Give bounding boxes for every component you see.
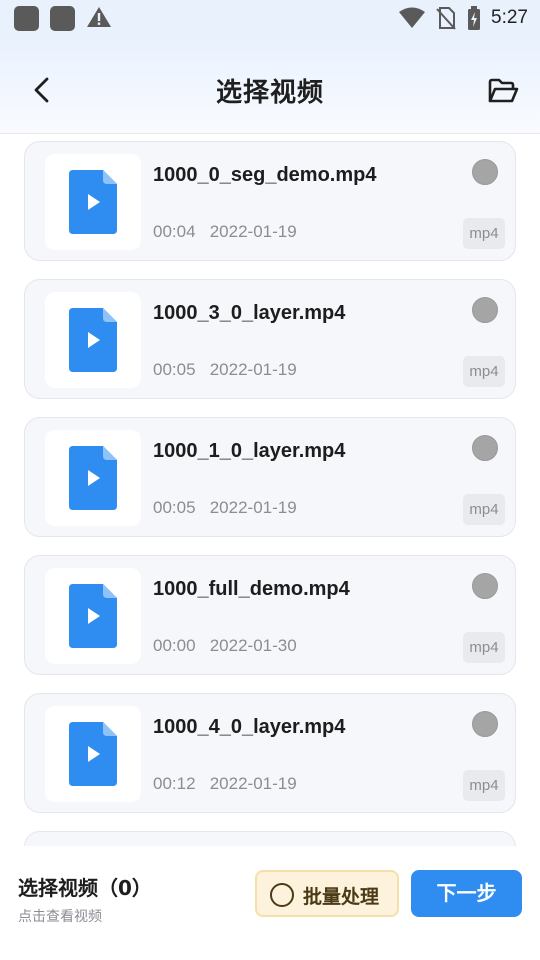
video-card[interactable]: 1000_full_demo.mp4 00:00 2022-01-30 mp4 (24, 555, 516, 675)
batch-process-label: 批量处理 (303, 886, 380, 908)
video-file-icon (69, 170, 117, 234)
video-meta: 00:12 2022-01-19 (153, 774, 297, 794)
video-date: 2022-01-30 (209, 636, 297, 655)
view-video-hint[interactable]: 点击查看视频 (18, 906, 102, 926)
video-duration: 00:05 (153, 360, 196, 379)
video-date: 2022-01-19 (209, 360, 297, 379)
video-name: 1000_3_0_layer.mp4 (153, 302, 346, 324)
select-radio[interactable] (472, 435, 498, 461)
video-card[interactable]: 1000_3_0_layer.mp4 00:05 2022-01-19 mp4 (24, 279, 516, 399)
selection-count-title: 选择视频（0） (18, 876, 152, 900)
app-icon (14, 6, 39, 31)
video-meta: 00:04 2022-01-19 (153, 222, 297, 242)
no-sim-icon (436, 7, 456, 30)
video-name: 1000_0_seg_demo.mp4 (153, 164, 377, 186)
video-date: 2022-01-19 (209, 222, 297, 241)
page-title: 选择视频 (215, 78, 324, 108)
select-radio[interactable] (472, 297, 498, 323)
video-name: 1000_full_demo.mp4 (153, 578, 350, 600)
video-name: 1000_1_0_layer.mp4 (153, 440, 346, 462)
video-date: 2022-01-19 (209, 774, 297, 793)
video-file-icon (69, 308, 117, 372)
extension-badge: mp4 (463, 494, 505, 525)
bottom-bar: 选择视频（0） 点击查看视频 批量处理 下一步 (0, 846, 540, 960)
video-thumbnail (45, 706, 141, 802)
next-step-button[interactable]: 下一步 (411, 870, 522, 917)
extension-badge: mp4 (463, 770, 505, 801)
video-file-icon (69, 446, 117, 510)
video-meta: 00:00 2022-01-30 (153, 636, 297, 656)
video-thumbnail (45, 292, 141, 388)
video-duration: 00:04 (153, 222, 196, 241)
warning-icon (87, 7, 111, 27)
select-radio[interactable] (472, 573, 498, 599)
folder-open-icon[interactable] (487, 76, 519, 106)
video-duration: 00:00 (153, 636, 196, 655)
video-list[interactable]: 1000_0_seg_demo.mp4 00:04 2022-01-19 mp4… (0, 135, 540, 846)
extension-badge: mp4 (463, 356, 505, 387)
battery-charging-icon (468, 6, 481, 30)
app-icon (50, 6, 75, 31)
video-thumbnail (45, 430, 141, 526)
select-radio[interactable] (472, 711, 498, 737)
extension-badge: mp4 (463, 632, 505, 663)
video-file-icon (69, 722, 117, 786)
video-duration: 00:12 (153, 774, 196, 793)
app-header: 选择视频 (0, 38, 540, 134)
video-card[interactable]: 1000_1_0_layer.mp4 00:05 2022-01-19 mp4 (24, 417, 516, 537)
video-name: 1000_4_0_layer.mp4 (153, 716, 346, 738)
video-date: 2022-01-19 (209, 498, 297, 517)
video-thumbnail (45, 154, 141, 250)
select-radio[interactable] (472, 159, 498, 185)
video-meta: 00:05 2022-01-19 (153, 498, 297, 518)
status-time: 5:27 (491, 7, 528, 28)
video-file-icon (69, 584, 117, 648)
video-card[interactable]: 1000_0_seg_demo.mp4 00:04 2022-01-19 mp4 (24, 141, 516, 261)
video-thumbnail (45, 568, 141, 664)
video-card-partial[interactable] (24, 831, 516, 846)
batch-process-button[interactable]: 批量处理 (255, 870, 399, 917)
batch-radio-icon (270, 883, 294, 907)
status-bar: 5:27 (0, 0, 540, 38)
extension-badge: mp4 (463, 218, 505, 249)
wifi-icon (399, 7, 426, 28)
video-meta: 00:05 2022-01-19 (153, 360, 297, 380)
video-duration: 00:05 (153, 498, 196, 517)
video-card[interactable]: 1000_4_0_layer.mp4 00:12 2022-01-19 mp4 (24, 693, 516, 813)
